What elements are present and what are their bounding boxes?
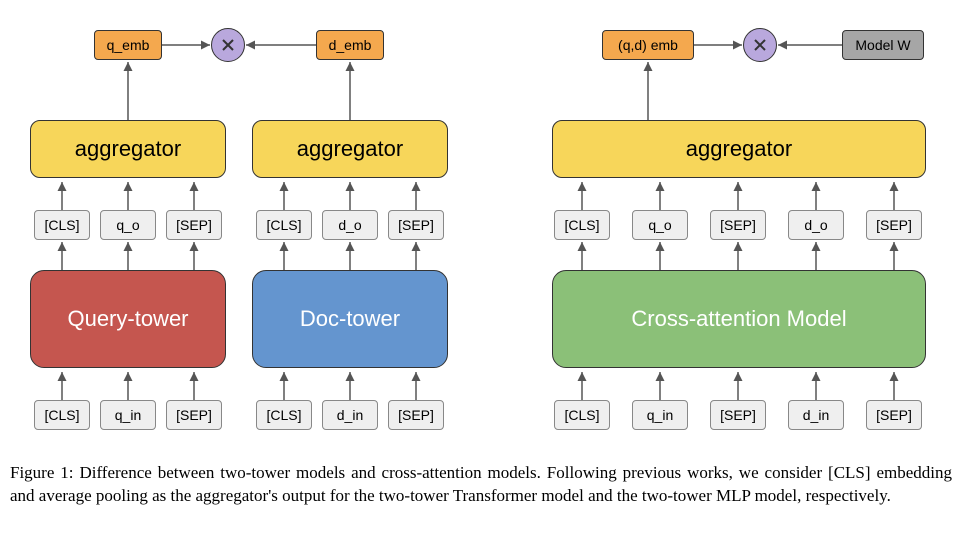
qd-emb-output: (q,d) emb	[602, 30, 694, 60]
cls-token-out-doc: [CLS]	[256, 210, 312, 240]
architecture-diagram: q_emb d_emb aggregator aggregator [CLS] …	[0, 0, 962, 450]
q-emb-output: q_emb	[94, 30, 162, 60]
query-tower-block: Query-tower	[30, 270, 226, 368]
aggregator-query: aggregator	[30, 120, 226, 178]
sep-token-out-query: [SEP]	[166, 210, 222, 240]
sep-token-out-cross2: [SEP]	[866, 210, 922, 240]
d-o-token-cross: d_o	[788, 210, 844, 240]
cls-token-in-query: [CLS]	[34, 400, 90, 430]
cross-attention-block: Cross-attention Model	[552, 270, 926, 368]
d-in-token: d_in	[322, 400, 378, 430]
d-emb-output: d_emb	[316, 30, 384, 60]
model-w-output: Model W	[842, 30, 924, 60]
q-o-token: q_o	[100, 210, 156, 240]
sep-token-in-doc: [SEP]	[388, 400, 444, 430]
d-o-token: d_o	[322, 210, 378, 240]
sep-token-in-query: [SEP]	[166, 400, 222, 430]
cls-token-in-doc: [CLS]	[256, 400, 312, 430]
multiply-icon	[743, 28, 777, 62]
sep-token-in-cross2: [SEP]	[866, 400, 922, 430]
sep-token-in-cross1: [SEP]	[710, 400, 766, 430]
aggregator-cross: aggregator	[552, 120, 926, 178]
q-o-token-cross: q_o	[632, 210, 688, 240]
q-in-token-cross: q_in	[632, 400, 688, 430]
doc-tower-block: Doc-tower	[252, 270, 448, 368]
figure-caption: Figure 1: Difference between two-tower m…	[10, 462, 952, 508]
d-in-token-cross: d_in	[788, 400, 844, 430]
multiply-icon	[211, 28, 245, 62]
sep-token-out-doc: [SEP]	[388, 210, 444, 240]
cls-token-out-query: [CLS]	[34, 210, 90, 240]
sep-token-out-cross1: [SEP]	[710, 210, 766, 240]
cls-token-out-cross: [CLS]	[554, 210, 610, 240]
cls-token-in-cross: [CLS]	[554, 400, 610, 430]
q-in-token: q_in	[100, 400, 156, 430]
aggregator-doc: aggregator	[252, 120, 448, 178]
